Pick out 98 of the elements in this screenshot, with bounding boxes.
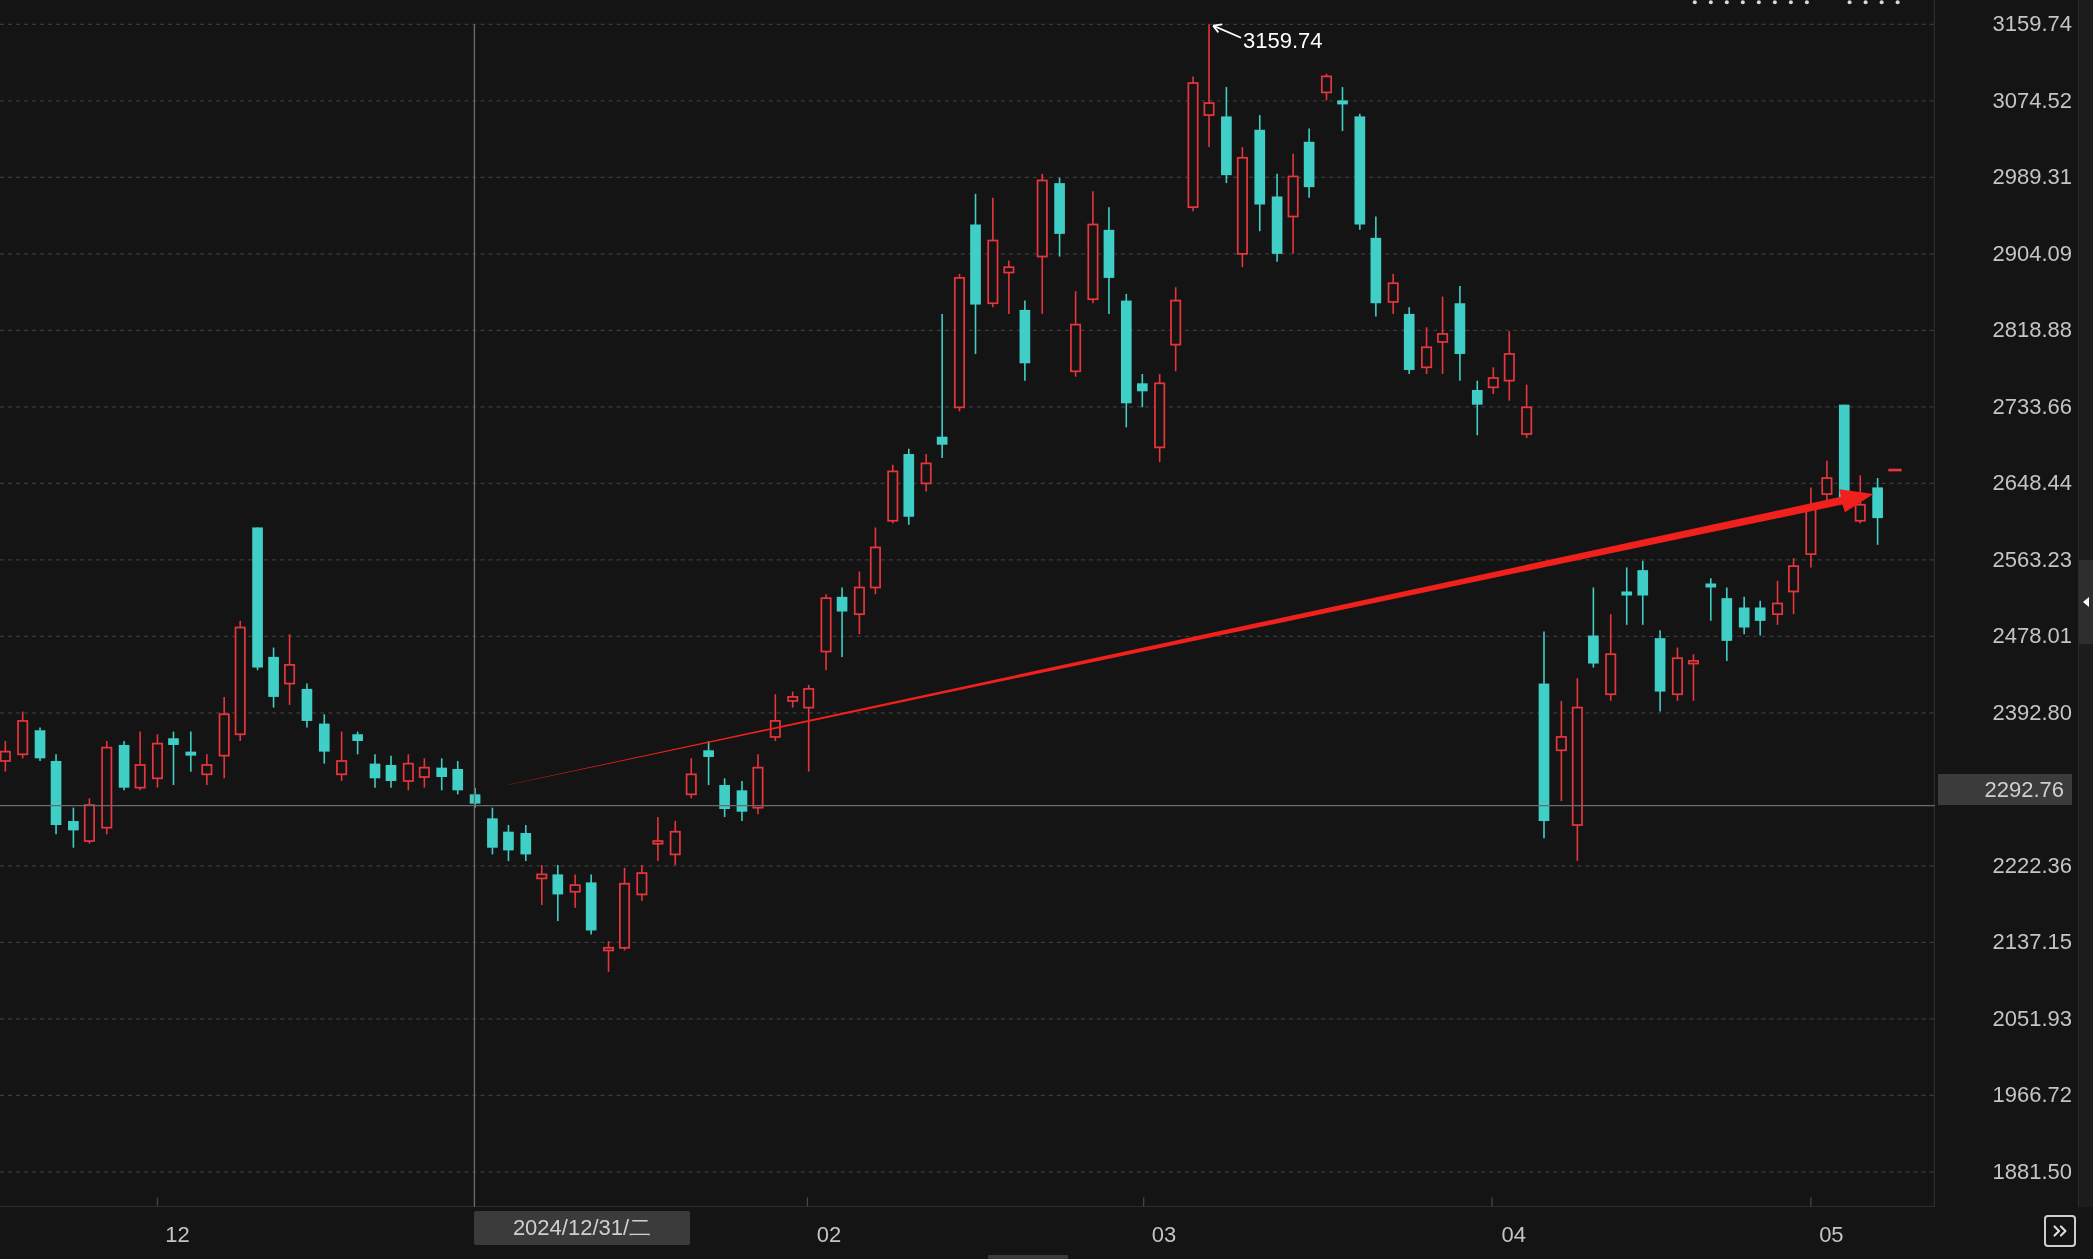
candle [201, 753, 213, 786]
candle [1503, 330, 1515, 402]
candle [769, 693, 781, 742]
time-axis-label: 12 [165, 1224, 190, 1246]
candle [301, 682, 313, 729]
candle [669, 820, 681, 866]
time-axis-label: 05 [1819, 1224, 1844, 1246]
candle [1637, 560, 1649, 626]
candle [1487, 366, 1499, 395]
candle [68, 806, 79, 849]
candle [869, 526, 881, 595]
candle [1471, 379, 1483, 437]
candle [17, 710, 29, 760]
candle [1421, 326, 1433, 375]
candle [336, 730, 348, 782]
price-axis-label: 2733.66 [1992, 395, 2072, 418]
candle [1303, 127, 1315, 199]
candle [1671, 646, 1683, 702]
candle [552, 864, 564, 922]
candle [1320, 72, 1332, 102]
candle [1854, 474, 1866, 525]
candle [1705, 577, 1717, 622]
price-axis-label: 1881.50 [1992, 1160, 2072, 1183]
candle [418, 757, 430, 789]
candle [1788, 557, 1800, 615]
price-axis-label: 3074.52 [1992, 89, 2072, 112]
crosshair-price-label: 2292.76 [1938, 774, 2072, 805]
candle [1137, 373, 1148, 409]
candle [920, 453, 932, 493]
candle [151, 733, 163, 789]
candle [1403, 306, 1415, 375]
scroll-thumb[interactable] [2079, 560, 2093, 644]
candle [369, 753, 381, 789]
price-axis-label: 1966.72 [1992, 1084, 2072, 1107]
candle [118, 740, 130, 792]
scroll-right-button[interactable] [2044, 1215, 2076, 1247]
candle [736, 780, 748, 822]
candle [1337, 86, 1348, 132]
crosshair-date-label: 2024/12/31/二 [474, 1211, 690, 1245]
time-axis-label: 04 [1501, 1224, 1526, 1246]
candle [34, 726, 46, 762]
candle [1872, 477, 1883, 546]
candle [752, 753, 764, 816]
price-axis-label: 2051.93 [1992, 1007, 2072, 1030]
candle [487, 806, 498, 856]
candle [853, 570, 865, 635]
candle [1621, 566, 1633, 626]
high-price-annotation: 3159.74 [1243, 30, 1323, 52]
candle [703, 740, 714, 786]
candle [1387, 273, 1399, 315]
time-axis-label: 02 [816, 1224, 842, 1246]
left-triangle-icon [2083, 597, 2089, 607]
candle [436, 757, 448, 792]
candle [520, 824, 532, 862]
time-axis-label: 03 [1151, 1224, 1177, 1246]
price-axis-label: 2478.01 [1992, 625, 2072, 648]
candle [83, 797, 95, 845]
price-axis-label: 3159.74 [1992, 13, 2072, 35]
candle [1521, 383, 1533, 439]
candle [719, 777, 730, 818]
candle [585, 873, 597, 936]
candle [268, 646, 279, 709]
price-axis-label: 2904.09 [1992, 242, 2072, 265]
candle [503, 824, 514, 862]
candle [787, 690, 799, 709]
candle [1738, 596, 1750, 635]
price-axis-label: 2563.23 [1992, 548, 2072, 571]
candle [352, 730, 363, 756]
candle [452, 760, 464, 796]
price-axis-label: 2392.80 [1992, 701, 2072, 724]
candle [603, 940, 615, 973]
candle [836, 586, 848, 658]
price-axis-label: 2137.15 [1992, 931, 2072, 954]
horizontal-scroll-thumb[interactable] [988, 1255, 1068, 1259]
price-axis-label: 2222.36 [1992, 854, 2072, 877]
candle [1687, 653, 1699, 702]
candle [469, 786, 481, 809]
candle [636, 864, 648, 902]
candle [402, 753, 414, 792]
candle [134, 730, 146, 792]
candle [536, 864, 548, 906]
price-dash-mark [1888, 468, 1902, 472]
vertical-scrollbar[interactable] [2078, 0, 2093, 1207]
candle [1772, 580, 1784, 626]
candle [1003, 259, 1015, 315]
price-axis-label: 2818.88 [1992, 319, 2072, 342]
candle [569, 873, 581, 909]
candle [1754, 600, 1766, 637]
candle [168, 730, 179, 786]
price-axis-label: 2648.44 [1992, 472, 2072, 495]
candle [685, 757, 697, 800]
pointer-arrow-icon [1212, 23, 1242, 39]
candle [385, 754, 397, 789]
candle [185, 730, 197, 773]
candle [652, 816, 664, 862]
candle [887, 463, 899, 525]
candle [318, 713, 330, 765]
price-axis-label: 2989.31 [1992, 166, 2072, 189]
